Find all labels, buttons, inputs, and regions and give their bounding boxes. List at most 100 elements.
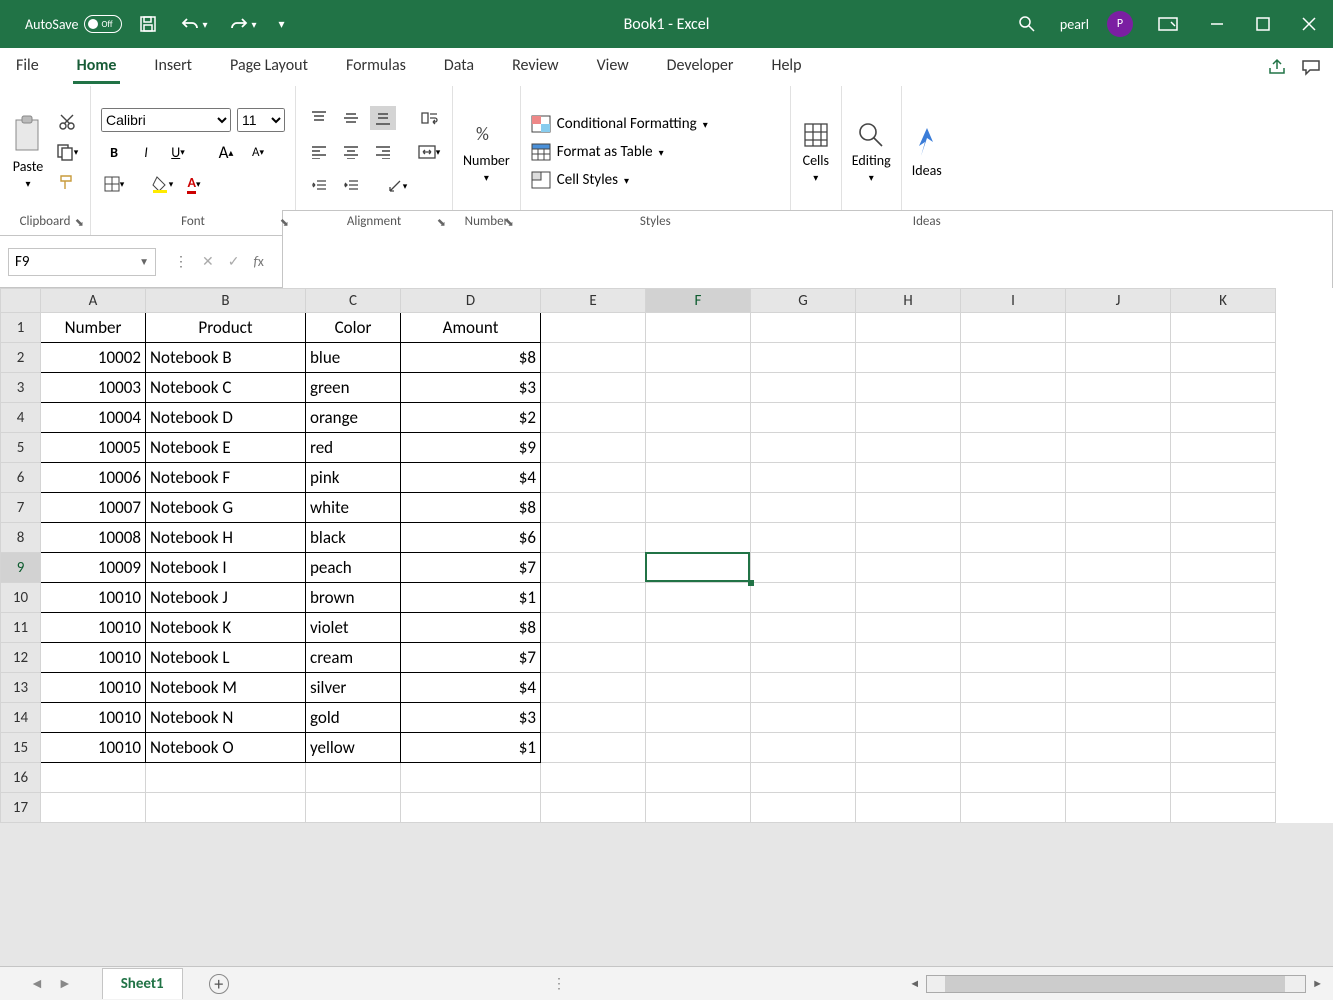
autosave-toggle[interactable]: AutoSave Off — [25, 15, 122, 33]
share-icon[interactable] — [1267, 58, 1287, 76]
close-icon[interactable] — [1295, 12, 1323, 36]
cell-I9[interactable] — [961, 553, 1066, 583]
cell-J8[interactable] — [1066, 523, 1171, 553]
cell-K2[interactable] — [1171, 343, 1276, 373]
cell-G13[interactable] — [751, 673, 856, 703]
alignment-launcher-icon[interactable]: ⬊ — [437, 216, 446, 229]
cell-E3[interactable] — [541, 373, 646, 403]
cell-E2[interactable] — [541, 343, 646, 373]
cell-C1[interactable]: Color — [306, 313, 401, 343]
cell-A3[interactable]: 10003 — [41, 373, 146, 403]
cell-A11[interactable]: 10010 — [41, 613, 146, 643]
row-header-13[interactable]: 13 — [1, 673, 41, 703]
col-header-C[interactable]: C — [306, 289, 401, 313]
cell-F8[interactable] — [646, 523, 751, 553]
cell-D9[interactable]: $7 — [401, 553, 541, 583]
cell-A6[interactable]: 10006 — [41, 463, 146, 493]
cell-G5[interactable] — [751, 433, 856, 463]
font-launcher-icon[interactable]: ⬊ — [280, 216, 289, 229]
cell-G1[interactable] — [751, 313, 856, 343]
cell-C11[interactable]: violet — [306, 613, 401, 643]
cell-H3[interactable] — [856, 373, 961, 403]
grow-font-icon[interactable]: A▴ — [213, 140, 239, 164]
number-format-button[interactable]: % Number ▾ — [463, 120, 510, 184]
tab-insert[interactable]: Insert — [150, 50, 196, 84]
cell-F2[interactable] — [646, 343, 751, 373]
shrink-font-icon[interactable]: A▾ — [245, 140, 271, 164]
col-header-D[interactable]: D — [401, 289, 541, 313]
col-header-H[interactable]: H — [856, 289, 961, 313]
cell-K17[interactable] — [1171, 793, 1276, 823]
cell-H9[interactable] — [856, 553, 961, 583]
row-header-3[interactable]: 3 — [1, 373, 41, 403]
row-header-1[interactable]: 1 — [1, 313, 41, 343]
cell-C6[interactable]: pink — [306, 463, 401, 493]
cell-D13[interactable]: $4 — [401, 673, 541, 703]
row-header-17[interactable]: 17 — [1, 793, 41, 823]
cell-J6[interactable] — [1066, 463, 1171, 493]
cell-I1[interactable] — [961, 313, 1066, 343]
row-header-2[interactable]: 2 — [1, 343, 41, 373]
cell-B14[interactable]: Notebook N — [146, 703, 306, 733]
cell-A14[interactable]: 10010 — [41, 703, 146, 733]
cell-J16[interactable] — [1066, 763, 1171, 793]
cell-D5[interactable]: $9 — [401, 433, 541, 463]
col-header-F[interactable]: F — [646, 289, 751, 313]
row-header-5[interactable]: 5 — [1, 433, 41, 463]
cell-J7[interactable] — [1066, 493, 1171, 523]
cell-E1[interactable] — [541, 313, 646, 343]
sheet-prev-icon[interactable]: ◄ — [30, 975, 44, 992]
cell-H1[interactable] — [856, 313, 961, 343]
cell-E12[interactable] — [541, 643, 646, 673]
cell-F16[interactable] — [646, 763, 751, 793]
merge-center-icon[interactable]: ▾ — [416, 140, 442, 164]
user-avatar[interactable]: P — [1107, 11, 1133, 37]
cell-J9[interactable] — [1066, 553, 1171, 583]
sheet-tab-active[interactable]: Sheet1 — [102, 968, 183, 999]
cell-I16[interactable] — [961, 763, 1066, 793]
save-icon[interactable] — [132, 10, 164, 38]
cell-F10[interactable] — [646, 583, 751, 613]
conditional-formatting-button[interactable]: Conditional Formatting▾ — [531, 115, 708, 133]
row-header-6[interactable]: 6 — [1, 463, 41, 493]
borders-icon[interactable]: ▾ — [101, 172, 127, 196]
cell-C16[interactable] — [306, 763, 401, 793]
cell-C13[interactable]: silver — [306, 673, 401, 703]
editing-button[interactable]: Editing▾ — [852, 120, 891, 184]
cell-J13[interactable] — [1066, 673, 1171, 703]
number-launcher-icon[interactable]: ⬊ — [505, 216, 514, 229]
cell-B4[interactable]: Notebook D — [146, 403, 306, 433]
clipboard-launcher-icon[interactable]: ⬊ — [75, 216, 84, 229]
cell-D10[interactable]: $1 — [401, 583, 541, 613]
cell-K14[interactable] — [1171, 703, 1276, 733]
cell-E10[interactable] — [541, 583, 646, 613]
cell-B12[interactable]: Notebook L — [146, 643, 306, 673]
orientation-icon[interactable]: ▾ — [384, 174, 410, 198]
cell-D1[interactable]: Amount — [401, 313, 541, 343]
font-color-icon[interactable]: A▾ — [181, 172, 207, 196]
cell-C15[interactable]: yellow — [306, 733, 401, 763]
cell-G2[interactable] — [751, 343, 856, 373]
row-header-16[interactable]: 16 — [1, 763, 41, 793]
col-header-G[interactable]: G — [751, 289, 856, 313]
paste-button[interactable]: Paste ▾ — [10, 114, 46, 190]
cell-J17[interactable] — [1066, 793, 1171, 823]
cell-F15[interactable] — [646, 733, 751, 763]
cell-H8[interactable] — [856, 523, 961, 553]
cell-I15[interactable] — [961, 733, 1066, 763]
cell-H15[interactable] — [856, 733, 961, 763]
cell-I8[interactable] — [961, 523, 1066, 553]
font-name-select[interactable]: Calibri — [101, 108, 231, 132]
cell-F14[interactable] — [646, 703, 751, 733]
cell-B1[interactable]: Product — [146, 313, 306, 343]
cut-icon[interactable] — [54, 110, 80, 134]
cell-G14[interactable] — [751, 703, 856, 733]
cell-D16[interactable] — [401, 763, 541, 793]
cell-A8[interactable]: 10008 — [41, 523, 146, 553]
cell-A7[interactable]: 10007 — [41, 493, 146, 523]
cell-G3[interactable] — [751, 373, 856, 403]
cell-F5[interactable] — [646, 433, 751, 463]
cell-I13[interactable] — [961, 673, 1066, 703]
col-header-A[interactable]: A — [41, 289, 146, 313]
cell-K15[interactable] — [1171, 733, 1276, 763]
